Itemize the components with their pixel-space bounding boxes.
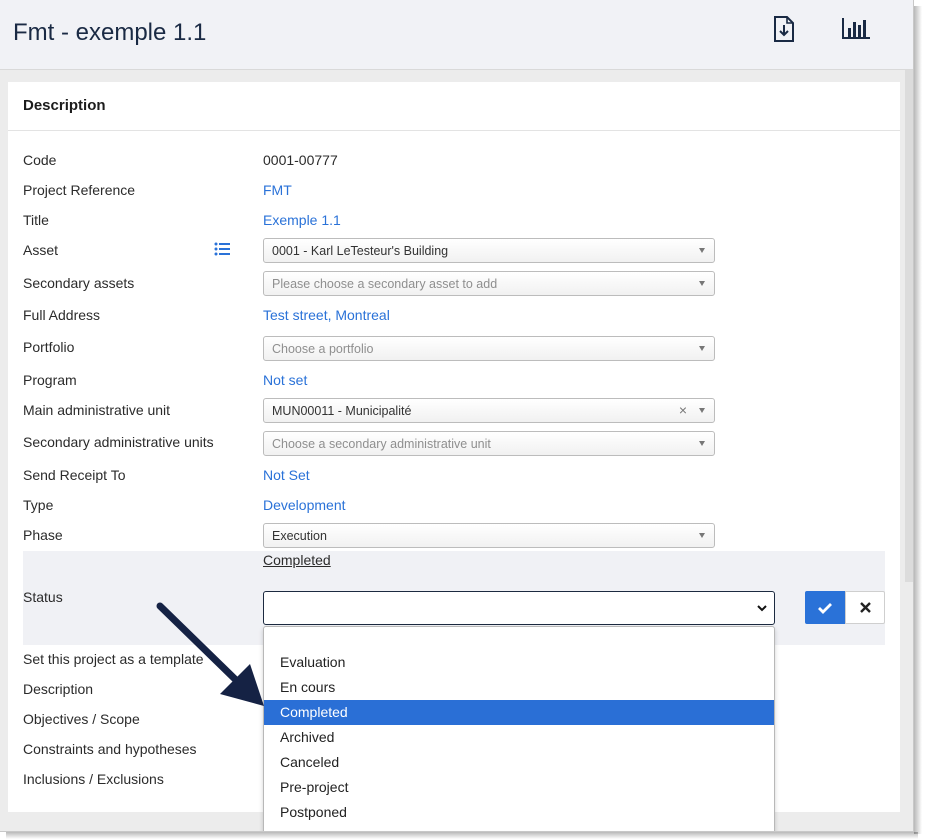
phase-label: Phase	[23, 527, 63, 543]
top-bar: Fmt - exemple 1.1	[0, 0, 913, 70]
confirm-button[interactable]	[805, 591, 845, 624]
project-reference-link[interactable]: FMT	[263, 182, 292, 198]
cancel-button[interactable]	[845, 591, 885, 624]
phase-value: Execution	[272, 529, 327, 543]
status-option-evaluation[interactable]: Evaluation	[264, 650, 774, 675]
close-icon	[859, 602, 871, 613]
caret-down-icon	[699, 408, 705, 413]
status-option-canceled[interactable]: Canceled	[264, 750, 774, 775]
status-label: Status	[23, 589, 63, 605]
full-address-label: Full Address	[23, 307, 101, 323]
full-address-link[interactable]: Test street, Montreal	[263, 307, 390, 323]
phase-select[interactable]: Execution	[263, 523, 715, 548]
program-label: Program	[23, 372, 77, 388]
program-link[interactable]: Not set	[263, 372, 307, 388]
caret-down-icon	[699, 533, 705, 538]
secondary-admin-units-label: Secondary administrative units	[23, 434, 214, 450]
main-admin-unit-select[interactable]: MUN00011 - Municipalité ×	[263, 398, 715, 423]
secondary-admin-units-placeholder: Choose a secondary administrative unit	[272, 437, 491, 451]
secondary-assets-select[interactable]: Please choose a secondary asset to add	[263, 271, 715, 296]
send-receipt-link[interactable]: Not Set	[263, 467, 310, 483]
main-admin-unit-value: MUN00011 - Municipalité	[272, 404, 412, 418]
window-shadow-bottom	[6, 832, 918, 839]
portfolio-select[interactable]: Choose a portfolio	[263, 336, 715, 361]
main-admin-unit-label: Main administrative unit	[23, 402, 171, 418]
app-window: Fmt - exemple 1.1 Description Code 0001-…	[0, 0, 914, 832]
page-title: Fmt - exemple 1.1	[13, 19, 207, 46]
code-value: 0001-00777	[263, 152, 338, 168]
code-label: Code	[23, 152, 57, 168]
status-option-completed[interactable]: Completed	[264, 700, 774, 725]
asset-select-value: 0001 - Karl LeTesteur's Building	[272, 244, 449, 258]
card-title: Description	[23, 97, 106, 114]
title-link[interactable]: Exemple 1.1	[263, 212, 341, 228]
window-shadow-right	[914, 6, 922, 834]
title-label: Title	[23, 212, 49, 228]
secondary-assets-label: Secondary assets	[23, 275, 135, 291]
secondary-admin-units-select[interactable]: Choose a secondary administrative unit	[263, 431, 715, 456]
inclusions-label: Inclusions / Exclusions	[23, 771, 164, 787]
constraints-label: Constraints and hypotheses	[23, 741, 197, 757]
list-icon[interactable]	[214, 242, 230, 256]
status-dropdown-list: Evaluation En cours Completed Archived C…	[263, 626, 775, 831]
status-select[interactable]	[263, 591, 775, 625]
card-header: Description	[8, 82, 900, 131]
send-receipt-label: Send Receipt To	[23, 467, 126, 483]
asset-select[interactable]: 0001 - Karl LeTesteur's Building	[263, 238, 715, 263]
clear-icon[interactable]: ×	[679, 402, 687, 418]
type-link[interactable]: Development	[263, 497, 346, 513]
caret-down-icon	[699, 346, 705, 351]
portfolio-placeholder: Choose a portfolio	[272, 342, 374, 356]
type-label: Type	[23, 497, 54, 513]
caret-down-icon	[699, 281, 705, 286]
check-icon	[818, 602, 832, 614]
status-option-en-cours[interactable]: En cours	[264, 675, 774, 700]
description-label: Description	[23, 681, 94, 697]
status-option-archived[interactable]: Archived	[264, 725, 774, 750]
caret-down-icon	[699, 248, 705, 253]
status-option-pre-project[interactable]: Pre-project	[264, 775, 774, 800]
asset-label: Asset	[23, 242, 59, 258]
status-option-postponed[interactable]: Postponed	[264, 800, 774, 825]
project-reference-label: Project Reference	[23, 182, 136, 198]
download-file-icon[interactable]	[769, 14, 799, 44]
secondary-assets-placeholder: Please choose a secondary asset to add	[272, 277, 498, 291]
side-scroll-strip	[905, 70, 913, 582]
caret-down-icon	[699, 441, 705, 446]
portfolio-label: Portfolio	[23, 339, 75, 355]
objectives-label: Objectives / Scope	[23, 711, 140, 727]
chevron-down-icon	[757, 605, 767, 612]
bar-chart-icon[interactable]	[841, 14, 871, 44]
status-current-value: Completed	[263, 552, 331, 568]
annotation-arrow-icon	[156, 602, 264, 706]
